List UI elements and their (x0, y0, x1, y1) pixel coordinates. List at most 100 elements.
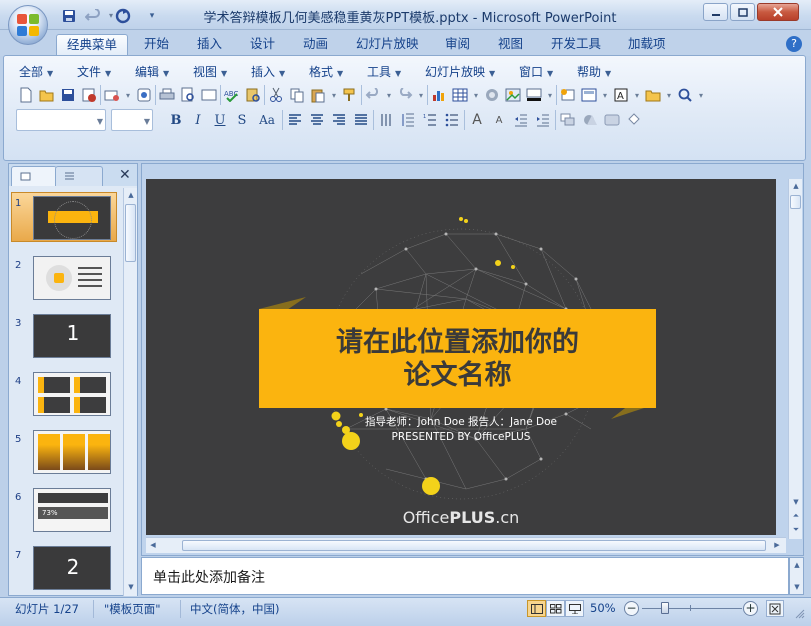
shape-style-icon[interactable] (602, 110, 622, 130)
save-icon[interactable] (60, 7, 78, 24)
notes-scrollbar[interactable]: ▲ ▼ (789, 557, 804, 595)
slide-vertical-scrollbar[interactable]: ▲ ▼ ⏶ ⏷ (788, 179, 802, 539)
change-case-button[interactable]: Aa (254, 110, 280, 130)
menu-insert[interactable]: 插入 ▼ (251, 63, 285, 80)
language-indicator[interactable]: 中文(简体，中国) (190, 601, 279, 617)
bold-button[interactable]: B (166, 110, 186, 130)
scroll-down-icon[interactable]: ▼ (124, 580, 138, 594)
arrange-icon[interactable] (558, 110, 578, 130)
new-slide-icon[interactable] (558, 85, 578, 105)
dropdown-arrow-icon[interactable]: ▾ (545, 85, 555, 105)
slide-subtitle-advisor[interactable]: 指导老师：John Doe 报告人：Jane Doe (286, 414, 636, 429)
zoom-in-icon[interactable]: + (743, 601, 758, 616)
menu-all[interactable]: 全部 ▼ (19, 63, 53, 80)
insert-smartart-icon[interactable] (482, 85, 502, 105)
tab-insert[interactable]: 插入 (187, 34, 232, 56)
menu-slideshow[interactable]: 幻灯片放映 ▼ (425, 63, 495, 80)
text-direction-icon[interactable] (376, 110, 396, 130)
scroll-thumb[interactable] (182, 540, 766, 551)
scroll-up-icon[interactable]: ▲ (790, 558, 804, 572)
menu-window[interactable]: 窗口 ▼ (519, 63, 553, 80)
dropdown-arrow-icon[interactable]: ▾ (384, 85, 394, 105)
email-icon[interactable] (102, 85, 122, 105)
align-center-icon[interactable] (307, 110, 327, 130)
cut-icon[interactable] (266, 85, 286, 105)
help-icon[interactable]: ? (786, 36, 802, 52)
scroll-down-icon[interactable]: ▼ (790, 580, 804, 594)
tab-slideshow[interactable]: 幻灯片放映 (346, 34, 429, 56)
menu-format[interactable]: 格式 ▼ (309, 63, 343, 80)
menu-file[interactable]: 文件 ▼ (77, 63, 111, 80)
redo-icon[interactable] (395, 85, 415, 105)
undo-icon[interactable] (84, 7, 102, 24)
tab-addins[interactable]: 加载项 (618, 34, 676, 56)
restore-button[interactable] (730, 3, 755, 21)
resize-grip-icon[interactable] (795, 608, 805, 619)
slide-canvas[interactable]: 请在此位置添加你的 论文名称 指导老师：John Doe 报告人：Jane Do… (146, 179, 776, 535)
find-icon[interactable] (675, 85, 695, 105)
fit-to-window-icon[interactable] (766, 600, 784, 617)
open-folder-icon[interactable] (37, 85, 57, 105)
slide-sorter-button[interactable] (546, 600, 565, 617)
slide-thumbnail-1[interactable] (33, 196, 111, 240)
previous-slide-icon[interactable]: ⏶ (789, 509, 803, 523)
clip-art-folder-icon[interactable] (643, 85, 663, 105)
align-left-icon[interactable] (285, 110, 305, 130)
slide-subtitle-presented[interactable]: PRESENTED BY OfficePLUS (286, 431, 636, 443)
tab-outline[interactable] (55, 166, 103, 186)
paste-icon[interactable] (308, 85, 328, 105)
print-preview-icon[interactable] (178, 85, 198, 105)
menu-tools[interactable]: 工具 ▼ (367, 63, 401, 80)
slideshow-view-button[interactable] (565, 600, 584, 617)
dropdown-arrow-icon[interactable]: ▾ (471, 85, 481, 105)
slide-thumbnail-6[interactable]: 73% (33, 488, 111, 532)
slide-layout-icon[interactable] (579, 85, 599, 105)
dropdown-arrow-icon[interactable]: ▾ (632, 85, 642, 105)
shapes-icon[interactable] (580, 110, 600, 130)
dropdown-arrow-icon[interactable]: ▾ (123, 85, 133, 105)
line-spacing-icon[interactable] (398, 110, 418, 130)
minimize-button[interactable] (703, 3, 728, 21)
scroll-left-icon[interactable]: ◀ (146, 538, 160, 552)
new-document-icon[interactable] (16, 85, 36, 105)
dropdown-arrow-icon[interactable]: ▾ (696, 85, 706, 105)
grow-font-icon[interactable]: A (467, 110, 487, 130)
slide-thumbnail-5[interactable] (33, 430, 111, 474)
tab-animations[interactable]: 动画 (293, 34, 338, 56)
research-icon[interactable] (243, 85, 263, 105)
text-shadow-button[interactable]: S (232, 110, 252, 130)
scroll-thumb[interactable] (790, 195, 801, 209)
bullets-icon[interactable] (442, 110, 462, 130)
fill-bucket-icon[interactable] (624, 110, 644, 130)
dropdown-arrow-icon[interactable]: ▾ (329, 85, 339, 105)
undo-icon[interactable] (363, 85, 383, 105)
menu-edit[interactable]: 编辑 ▼ (135, 63, 169, 80)
print-icon[interactable] (157, 85, 177, 105)
underline-button[interactable]: U (210, 110, 230, 130)
redo-icon[interactable] (114, 7, 132, 24)
scroll-thumb[interactable] (125, 204, 136, 262)
scroll-down-icon[interactable]: ▼ (789, 495, 803, 509)
zoom-level[interactable]: 50% (590, 601, 616, 615)
numbering-icon[interactable]: 1 (420, 110, 440, 130)
format-painter-icon[interactable] (340, 85, 360, 105)
slide-horizontal-scrollbar[interactable]: ◀ ▶ (146, 537, 786, 553)
increase-indent-icon[interactable] (533, 110, 553, 130)
tab-design[interactable]: 设计 (240, 34, 285, 56)
close-button[interactable] (757, 3, 799, 21)
tab-slides[interactable] (11, 166, 57, 186)
permission-icon[interactable] (79, 85, 99, 105)
slide-thumbnail-7[interactable]: 2 (33, 546, 111, 590)
italic-button[interactable]: I (188, 110, 208, 130)
scroll-right-icon[interactable]: ▶ (770, 538, 784, 552)
insert-picture-icon[interactable] (503, 85, 523, 105)
insert-table-icon[interactable] (450, 85, 470, 105)
slide-thumbnail-4[interactable] (33, 372, 111, 416)
zoom-slider-thumb[interactable] (661, 602, 669, 614)
slide-title[interactable]: 请在此位置添加你的 论文名称 (259, 326, 656, 392)
zoom-slider-track[interactable] (642, 608, 742, 609)
slide-thumbnail-3[interactable]: 1 (33, 314, 111, 358)
tab-home[interactable]: 开始 (134, 34, 179, 56)
tab-developer[interactable]: 开发工具 (541, 34, 611, 56)
theme-name[interactable]: "模板页面" (104, 601, 161, 617)
